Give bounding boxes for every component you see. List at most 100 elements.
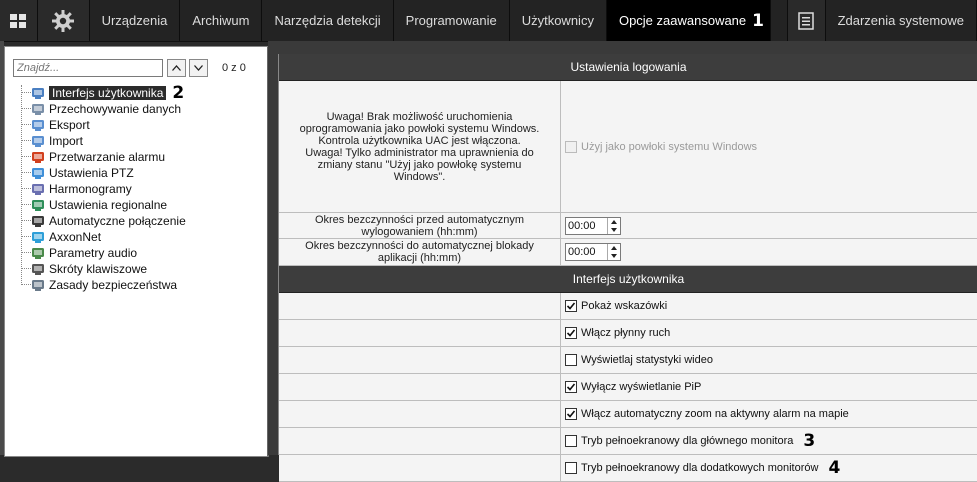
ui-option-checkbox[interactable]: [565, 354, 577, 366]
spin-up-icon[interactable]: [608, 244, 620, 252]
audio-icon: [31, 246, 45, 260]
autologout-spinbox[interactable]: 00:00: [565, 216, 621, 235]
ui-option-checkbox[interactable]: [565, 408, 577, 420]
connection-icon: [31, 214, 45, 228]
keyboard-icon: [31, 262, 45, 276]
ui-option-checkbox[interactable]: [565, 327, 577, 339]
ui-option-label: Tryb pełnoekranowy dla dodatkowych monit…: [581, 462, 819, 474]
import-icon: [31, 134, 45, 148]
tree-item-label: Harmonogramy: [49, 182, 132, 196]
autologout-row: Okres bezczynności przed automatycznym w…: [279, 213, 977, 239]
tree-item-label: Przechowywanie danych: [49, 102, 182, 116]
annotation-marker: 2: [172, 83, 185, 103]
tree-item[interactable]: Zasady bezpieczeństwa: [5, 277, 267, 293]
annotation-marker: 4: [828, 458, 841, 478]
tree-item-label: Ustawienia PTZ: [49, 166, 134, 180]
tab-users[interactable]: Użytkownicy: [510, 0, 607, 41]
globe-icon: [31, 198, 45, 212]
autolock-row: Okres bezczynności do automatycznej blok…: [279, 239, 977, 266]
annotation-marker: 1: [752, 10, 764, 31]
tree-item-label: AxxonNet: [49, 230, 102, 244]
ui-option-label: Wyłącz wyświetlanie PiP: [581, 381, 702, 393]
tree-item[interactable]: Interfejs użytkownika 2: [5, 83, 267, 103]
ui-option-row: Tryb pełnoekranowy dla głównego monitora…: [279, 428, 977, 455]
schedule-icon: [31, 182, 45, 196]
search-prev-button[interactable]: [167, 59, 186, 77]
search-match-count: 0 z 0: [222, 62, 246, 74]
tree-item[interactable]: Harmonogramy: [5, 181, 267, 197]
tab-detection-tools[interactable]: Narzędzia detekcji: [262, 0, 394, 41]
storage-icon: [31, 102, 45, 116]
tab-devices[interactable]: Urządzenia: [90, 0, 181, 41]
monitor-icon: [31, 86, 45, 100]
search-input[interactable]: [13, 59, 163, 77]
ui-option-checkbox[interactable]: [565, 462, 577, 474]
ui-option-row: Włącz płynny ruch: [279, 320, 977, 347]
search-next-button[interactable]: [189, 59, 208, 77]
tree-item-label: Automatyczne połączenie: [49, 214, 186, 228]
checkmark-icon: [566, 383, 576, 391]
autolock-label: Okres bezczynności do automatycznej blok…: [279, 239, 561, 265]
autolock-spinbox[interactable]: 00:00: [565, 243, 621, 261]
layouts-grid-icon[interactable]: [0, 0, 38, 41]
checkmark-icon: [566, 410, 576, 418]
ui-option-checkbox[interactable]: [565, 435, 577, 447]
tree-item[interactable]: AxxonNet: [5, 229, 267, 245]
export-icon: [31, 118, 45, 132]
tree-item-label: Przetwarzanie alarmu: [49, 150, 166, 164]
tab-archive[interactable]: Archiwum: [180, 0, 263, 41]
event-log-icon[interactable]: [786, 0, 826, 41]
ui-options-list: Pokaż wskazówki Włącz płynny ruch Wyświetl…: [279, 293, 977, 482]
chevron-down-icon: [194, 65, 203, 71]
settings-content-panel: Ustawienia logowania Uwaga! Brak możliwo…: [278, 54, 977, 482]
shell-warning-text: Uwaga! Brak możliwość uruchomienia oprog…: [279, 81, 561, 212]
ui-option-label: Tryb pełnoekranowy dla głównego monitora: [581, 435, 794, 447]
shell-checkbox[interactable]: [565, 140, 577, 153]
tab-system-events[interactable]: Zdarzenia systemowe: [826, 0, 977, 41]
tree-item[interactable]: Skróty klawiszowe: [5, 261, 267, 277]
tree-item-label: Skróty klawiszowe: [49, 262, 148, 276]
ui-option-row: Tryb pełnoekranowy dla dodatkowych monit…: [279, 455, 977, 482]
tree-item[interactable]: Przechowywanie danych: [5, 101, 267, 117]
tree-item[interactable]: Automatyczne połączenie: [5, 213, 267, 229]
shell-checkbox-label: Użyj jako powłoki systemu Windows: [581, 140, 758, 153]
ui-option-row: Włącz automatyczny zoom na aktywny alarm…: [279, 401, 977, 428]
tree-item-label: Parametry audio: [49, 246, 138, 260]
settings-tree-panel: 0 z 0 Interfejs użytkownika 2Przechowywan…: [4, 46, 269, 457]
chevron-up-icon: [172, 65, 181, 71]
tree-item[interactable]: Ustawienia regionalne: [5, 197, 267, 213]
spin-down-icon[interactable]: [608, 226, 620, 234]
checkmark-icon: [566, 329, 576, 337]
section-header-logging: Ustawienia logowania: [279, 54, 977, 81]
ptz-icon: [31, 166, 45, 180]
autologout-label: Okres bezczynności przed automatycznym w…: [279, 213, 561, 238]
tree-item[interactable]: Przetwarzanie alarmu: [5, 149, 267, 165]
tree-item-label: Zasady bezpieczeństwa: [49, 278, 178, 292]
alarm-icon: [31, 150, 45, 164]
ui-option-label: Wyświetlaj statystyki wideo: [581, 354, 713, 366]
top-navigation-bar: Urządzenia Archiwum Narzędzia detekcji P…: [0, 0, 977, 42]
ui-option-checkbox[interactable]: [565, 300, 577, 312]
tree-item-label: Import: [49, 134, 84, 148]
tab-advanced-options[interactable]: Opcje zaawansowane 1: [606, 0, 771, 41]
spin-up-icon[interactable]: [608, 218, 620, 226]
ui-option-row: Wyświetlaj statystyki wideo: [279, 347, 977, 374]
ui-option-row: Pokaż wskazówki: [279, 293, 977, 320]
annotation-marker: 3: [803, 431, 816, 451]
ui-option-label: Włącz płynny ruch: [581, 327, 671, 339]
ui-option-label: Włącz automatyczny zoom na aktywny alarm…: [581, 408, 849, 420]
tab-programming[interactable]: Programowanie: [394, 0, 510, 41]
tree-item[interactable]: Ustawienia PTZ: [5, 165, 267, 181]
gear-icon[interactable]: [37, 0, 90, 41]
ui-option-checkbox[interactable]: [565, 381, 577, 393]
shell-row: Uwaga! Brak możliwość uruchomienia oprog…: [279, 81, 977, 213]
ui-option-label: Pokaż wskazówki: [581, 300, 668, 312]
tree-item[interactable]: Import: [5, 133, 267, 149]
section-header-user-interface: Interfejs użytkownika: [279, 266, 977, 293]
tree-item[interactable]: Parametry audio: [5, 245, 267, 261]
tree-item[interactable]: Eksport: [5, 117, 267, 133]
checkmark-icon: [566, 302, 576, 310]
tree-item-label: Interfejs użytkownika: [49, 86, 167, 100]
spin-down-icon[interactable]: [608, 252, 620, 260]
security-icon: [31, 278, 45, 292]
